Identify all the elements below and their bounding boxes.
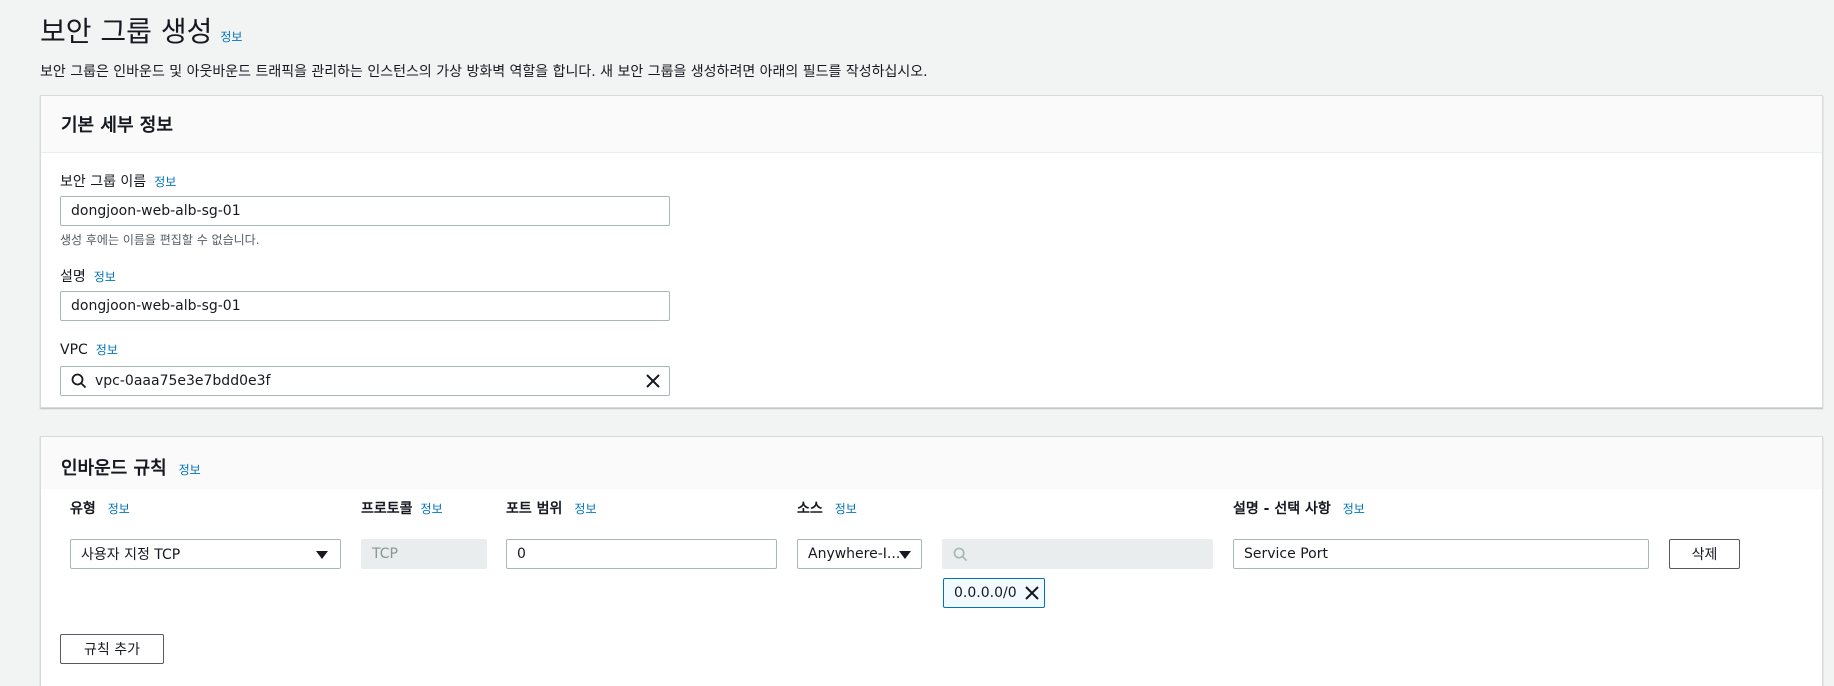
page-header: 보안 그룹 생성 정보	[40, 10, 242, 50]
security-group-name-hint: 생성 후에는 이름을 편집할 수 없습니다.	[60, 233, 260, 247]
add-rule-button[interactable]: 규칙 추가	[60, 634, 164, 664]
basic-details-panel: 기본 세부 정보 보안 그룹 이름 정보 dongjoon-web-alb-sg…	[40, 95, 1823, 408]
column-type-info-link[interactable]: 정보	[108, 500, 130, 517]
column-port-range: 포트 범위 정보	[506, 498, 597, 518]
rule-port-range-value: 0	[517, 546, 526, 562]
column-description-label: 설명 - 선택 사항	[1233, 501, 1331, 517]
column-protocol: 프로토콜 정보	[361, 498, 443, 518]
rule-type-select[interactable]: 사용자 지정 TCP	[70, 539, 341, 569]
search-icon	[71, 373, 87, 389]
inbound-rules-info-link[interactable]: 정보	[179, 461, 201, 478]
vpc-label: VPC 정보	[60, 341, 118, 358]
description-value: dongjoon-web-alb-sg-01	[71, 298, 241, 314]
rule-description-value: Service Port	[1244, 546, 1328, 562]
page-title: 보안 그룹 생성	[40, 15, 213, 48]
rule-source-token-value: 0.0.0.0/0	[954, 585, 1017, 601]
column-protocol-info-link[interactable]: 정보	[421, 500, 443, 517]
page-description: 보안 그룹은 인바운드 및 아웃바운드 트래픽을 관리하는 인스턴스의 가상 방…	[40, 64, 928, 80]
column-type: 유형 정보	[70, 498, 130, 518]
basic-details-header: 기본 세부 정보	[41, 96, 1822, 153]
description-info-link[interactable]: 정보	[94, 268, 116, 285]
vpc-search-input[interactable]: vpc-0aaa75e3e7bdd0e3f	[60, 366, 670, 396]
column-source-label: 소스	[797, 501, 823, 517]
caret-down-icon	[899, 551, 911, 559]
column-description-info-link[interactable]: 정보	[1343, 500, 1365, 517]
security-group-name-input[interactable]: dongjoon-web-alb-sg-01	[60, 196, 670, 226]
close-icon[interactable]	[1024, 586, 1039, 600]
vpc-value: vpc-0aaa75e3e7bdd0e3f	[95, 373, 271, 389]
column-source: 소스 정보	[797, 498, 857, 518]
inbound-rules-header: 인바운드 규칙 정보	[41, 437, 1822, 489]
description-label: 설명 정보	[60, 266, 116, 286]
rule-source-value: Anywhere-I...	[808, 546, 901, 562]
column-protocol-label: 프로토콜	[361, 501, 413, 517]
rule-source-cidr-search[interactable]	[942, 539, 1213, 569]
description-label-text: 설명	[60, 269, 86, 285]
description-input[interactable]: dongjoon-web-alb-sg-01	[60, 291, 670, 321]
inbound-rules-title: 인바운드 규칙	[61, 458, 167, 479]
vpc-label-text: VPC	[60, 342, 88, 358]
caret-down-icon	[316, 551, 328, 559]
delete-rule-button[interactable]: 삭제	[1669, 539, 1740, 569]
column-source-info-link[interactable]: 정보	[835, 500, 857, 517]
rule-protocol-field: TCP	[361, 539, 487, 569]
column-description: 설명 - 선택 사항 정보	[1233, 498, 1365, 518]
rule-type-value: 사용자 지정 TCP	[81, 547, 181, 563]
column-port-range-info-link[interactable]: 정보	[574, 500, 596, 517]
rule-source-select[interactable]: Anywhere-I...	[797, 539, 922, 569]
column-type-label: 유형	[70, 501, 96, 517]
search-icon	[953, 547, 968, 562]
rule-description-input[interactable]: Service Port	[1233, 539, 1649, 569]
rule-port-range-input[interactable]: 0	[506, 539, 777, 569]
rule-source-token: 0.0.0.0/0	[943, 578, 1045, 608]
security-group-name-value: dongjoon-web-alb-sg-01	[71, 203, 241, 219]
security-group-name-label: 보안 그룹 이름 정보	[60, 171, 176, 191]
security-group-name-info-link[interactable]: 정보	[154, 173, 176, 190]
vpc-info-link[interactable]: 정보	[96, 341, 118, 358]
column-port-range-label: 포트 범위	[506, 501, 563, 517]
close-icon[interactable]	[646, 374, 660, 388]
rule-protocol-value: TCP	[372, 546, 398, 562]
basic-details-title: 기본 세부 정보	[61, 115, 173, 136]
security-group-name-label-text: 보안 그룹 이름	[60, 174, 147, 190]
page-title-info-link[interactable]: 정보	[220, 28, 242, 45]
inbound-rules-panel: 인바운드 규칙 정보 유형 정보 프로토콜 정보 포트 범위 정보 소스 정보 …	[40, 436, 1823, 686]
